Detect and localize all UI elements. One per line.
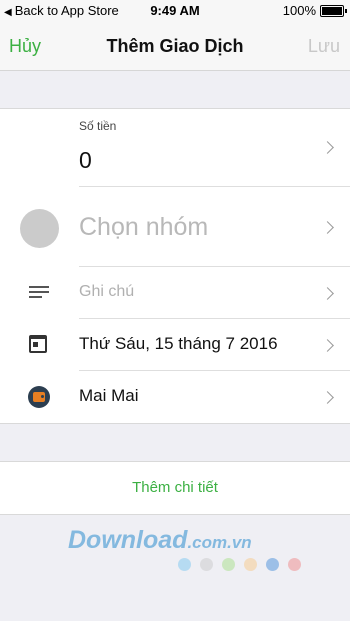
wallet-name: Mai Mai — [79, 386, 139, 405]
amount-row[interactable]: Số tiền 0 — [0, 109, 350, 187]
chevron-right-icon — [321, 391, 334, 404]
chevron-right-icon — [321, 287, 334, 300]
add-details-button[interactable]: Thêm chi tiết — [0, 461, 350, 515]
calendar-icon — [29, 335, 47, 353]
wallet-icon — [28, 386, 50, 408]
watermark-dot — [244, 558, 257, 571]
chevron-right-icon — [321, 141, 334, 154]
watermark-domain: .com.vn — [187, 533, 252, 552]
note-placeholder: Ghi chú — [79, 283, 135, 300]
page-title: Thêm Giao Dịch — [106, 36, 244, 56]
add-details-label: Thêm chi tiết — [132, 479, 218, 496]
battery-indicator: 100% — [282, 3, 347, 18]
watermark-dot — [222, 558, 235, 571]
chevron-right-icon — [321, 339, 334, 352]
watermark-text: Download — [68, 526, 188, 554]
note-lines-icon — [29, 286, 49, 300]
battery-icon — [320, 4, 347, 17]
watermark-dot — [266, 558, 279, 571]
chevron-right-icon — [321, 221, 334, 234]
category-avatar — [20, 209, 59, 248]
watermark-dot — [288, 558, 301, 571]
amount-value[interactable]: 0 — [79, 147, 92, 174]
amount-label: Số tiền — [79, 119, 117, 133]
watermark-dot — [178, 558, 191, 571]
battery-percent: 100% — [282, 3, 316, 18]
date-row[interactable]: Thứ Sáu, 15 tháng 7 2016 — [0, 319, 350, 371]
wallet-row[interactable]: Mai Mai — [0, 371, 350, 423]
category-placeholder: Chọn nhóm — [79, 213, 209, 241]
date-value: Thứ Sáu, 15 tháng 7 2016 — [79, 334, 278, 353]
watermark-dots — [178, 558, 310, 571]
note-row[interactable]: Ghi chú — [0, 267, 350, 319]
navigation-bar: Hủy Thêm Giao Dịch Lưu — [0, 22, 350, 71]
category-row[interactable]: Chọn nhóm — [0, 187, 350, 267]
watermark-logo: Download.com.vn — [68, 526, 308, 576]
status-bar: ◀ Back to App Store 9:49 AM 100% — [0, 0, 350, 22]
transaction-form: Số tiền 0 Chọn nhóm Ghi chú Thứ Sáu, 15 … — [0, 108, 350, 424]
save-button[interactable]: Lưu — [308, 36, 340, 57]
watermark-dot — [200, 558, 213, 571]
